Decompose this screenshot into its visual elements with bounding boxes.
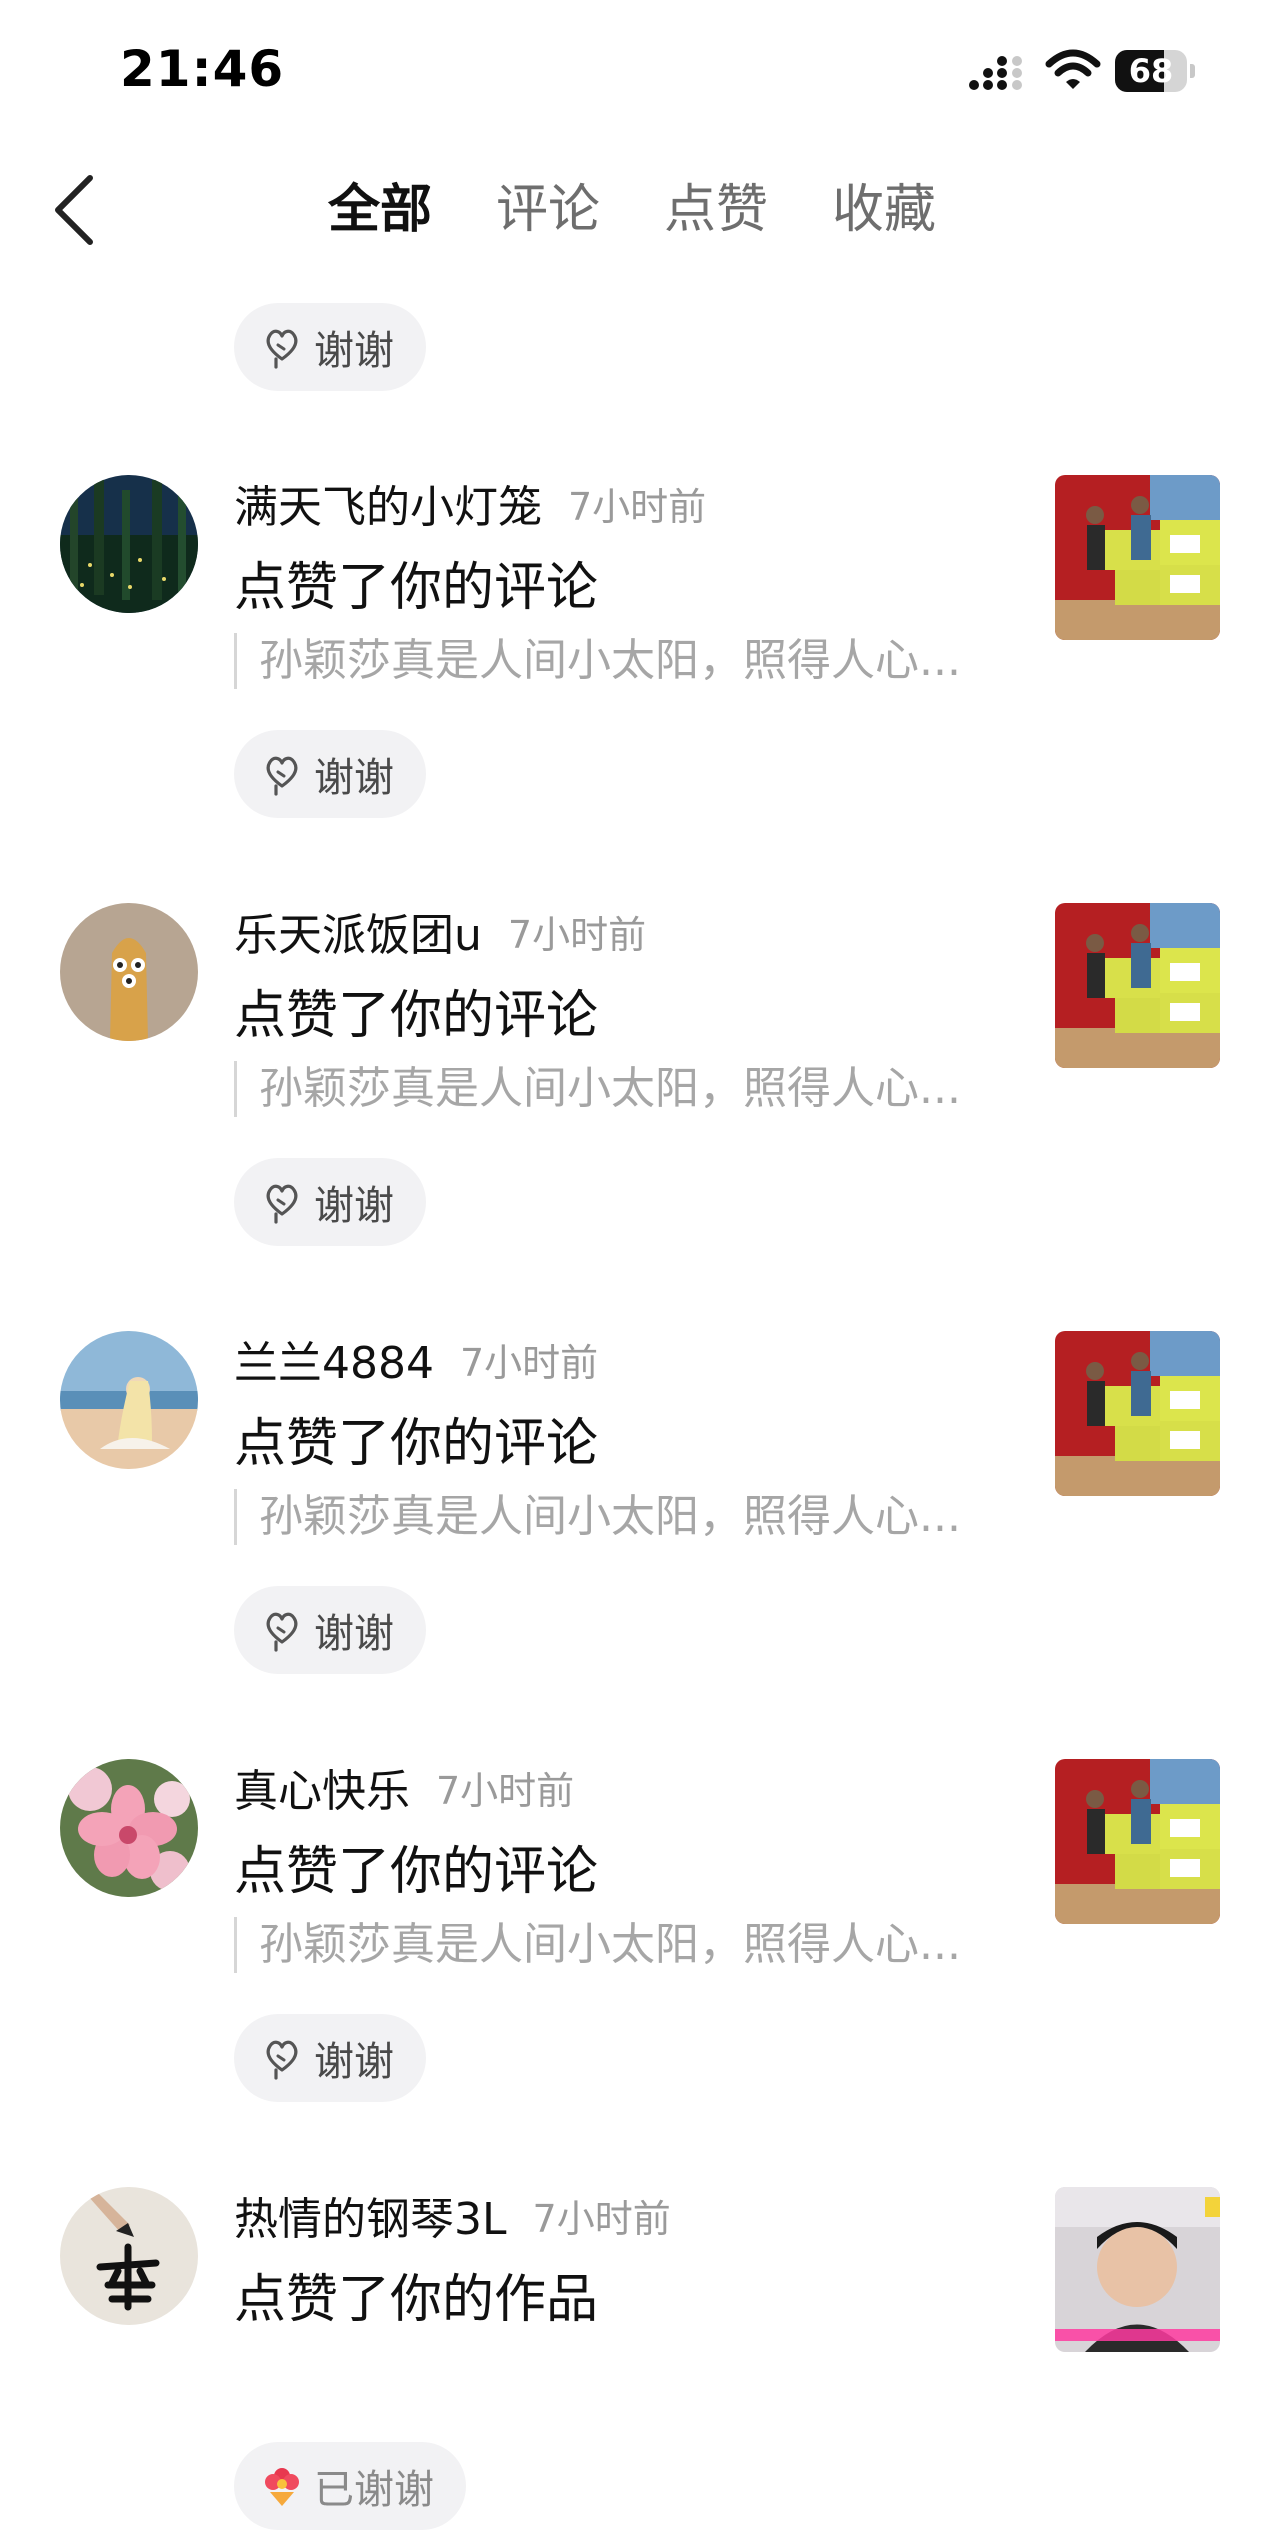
action-text: 点赞了你的作品	[234, 2270, 599, 2330]
username[interactable]: 满天飞的小灯笼	[234, 471, 542, 535]
avatar[interactable]	[60, 2187, 198, 2325]
flower-emoji-icon	[265, 2468, 299, 2506]
username[interactable]: 兰兰4884	[234, 1327, 434, 1391]
video-thumbnail[interactable]	[1055, 2187, 1220, 2352]
avatar[interactable]	[60, 1759, 198, 1897]
thanks-button[interactable]: 谢谢	[234, 2014, 426, 2102]
avatar[interactable]	[60, 1331, 198, 1469]
header: 全部 评论 点赞 收藏	[0, 140, 1280, 270]
timestamp: 7小时前	[459, 1340, 599, 1385]
thanks-label: 谢谢	[314, 755, 394, 801]
action-text: 点赞了你的评论	[234, 1414, 599, 1474]
thanks-label: 谢谢	[314, 1183, 394, 1229]
notification-item: 真心快乐 7小时前 点赞了你的评论 孙颖莎真是人间小太阳，照得人心... 谢谢	[0, 1759, 1280, 2179]
video-thumbnail[interactable]	[1055, 903, 1220, 1068]
name-row: 满天飞的小灯笼 7小时前	[234, 475, 707, 533]
name-row: 热情的钢琴3L 7小时前	[234, 2187, 671, 2245]
cellular-signal-icon	[969, 56, 1022, 90]
quoted-comment[interactable]: 孙颖莎真是人间小太阳，照得人心...	[234, 1917, 994, 1973]
tab-favorites[interactable]: 收藏	[832, 170, 936, 250]
battery-percent: 68	[1128, 52, 1174, 90]
thanks-label: 谢谢	[314, 328, 394, 374]
action-text: 点赞了你的评论	[234, 558, 599, 618]
quoted-comment[interactable]: 孙颖莎真是人间小太阳，照得人心...	[234, 1061, 994, 1117]
thanked-button[interactable]: 已谢谢	[234, 2442, 466, 2530]
battery-icon: 68	[1115, 50, 1195, 92]
action-text: 点赞了你的评论	[234, 986, 599, 1046]
name-row: 兰兰4884 7小时前	[234, 1331, 599, 1389]
thanks-button[interactable]: 谢谢	[234, 1586, 426, 1674]
wifi-icon	[1045, 49, 1101, 89]
username[interactable]: 乐天派饭团u	[234, 899, 482, 963]
thanks-label: 谢谢	[314, 2039, 394, 2085]
avatar[interactable]	[60, 903, 198, 1041]
thanked-label: 已谢谢	[314, 2467, 434, 2513]
video-thumbnail[interactable]	[1055, 475, 1220, 640]
quoted-comment[interactable]: 孙颖莎真是人间小太阳，照得人心...	[234, 633, 994, 689]
name-row: 真心快乐 7小时前	[234, 1759, 575, 1817]
timestamp: 7小时前	[532, 2196, 671, 2241]
notification-item: 满天飞的小灯笼 7小时前 点赞了你的评论 孙颖莎真是人间小太阳，照得人心... …	[0, 475, 1280, 895]
notification-item: 兰兰4884 7小时前 点赞了你的评论 孙颖莎真是人间小太阳，照得人心... 谢…	[0, 1331, 1280, 1751]
quoted-comment[interactable]: 孙颖莎真是人间小太阳，照得人心...	[234, 1489, 994, 1545]
video-thumbnail[interactable]	[1055, 1759, 1220, 1924]
heart-hand-icon	[266, 1184, 298, 1224]
tab-comments[interactable]: 评论	[496, 170, 600, 250]
thanks-label: 谢谢	[314, 1611, 394, 1657]
username[interactable]: 热情的钢琴3L	[234, 2183, 507, 2247]
name-row: 乐天派饭团u 7小时前	[234, 903, 647, 961]
timestamp: 7小时前	[436, 1768, 575, 1813]
timestamp: 7小时前	[507, 912, 647, 957]
status-bar: 21:46 68	[0, 0, 1280, 140]
tab-likes[interactable]: 点赞	[664, 170, 768, 250]
avatar[interactable]	[60, 475, 198, 613]
tab-all[interactable]: 全部	[328, 170, 432, 250]
heart-hand-icon	[266, 1612, 298, 1652]
thanks-button[interactable]: 谢谢	[234, 1158, 426, 1246]
username[interactable]: 真心快乐	[234, 1755, 410, 1819]
heart-hand-icon	[266, 756, 298, 796]
heart-hand-icon	[266, 329, 298, 369]
notification-item: 乐天派饭团u 7小时前 点赞了你的评论 孙颖莎真是人间小太阳，照得人心... 谢…	[0, 903, 1280, 1323]
video-thumbnail[interactable]	[1055, 1331, 1220, 1496]
thanks-button[interactable]: 谢谢	[234, 730, 426, 818]
tab-bar: 全部 评论 点赞 收藏	[328, 170, 1000, 250]
action-text: 点赞了你的评论	[234, 1842, 599, 1902]
back-button[interactable]	[46, 170, 106, 250]
notification-item: 热情的钢琴3L 7小时前 点赞了你的作品 已谢谢	[0, 2187, 1280, 2530]
clock: 21:46	[120, 40, 285, 98]
thanks-button[interactable]: 谢谢	[234, 303, 426, 391]
timestamp: 7小时前	[568, 484, 707, 529]
heart-hand-icon	[266, 2040, 298, 2080]
